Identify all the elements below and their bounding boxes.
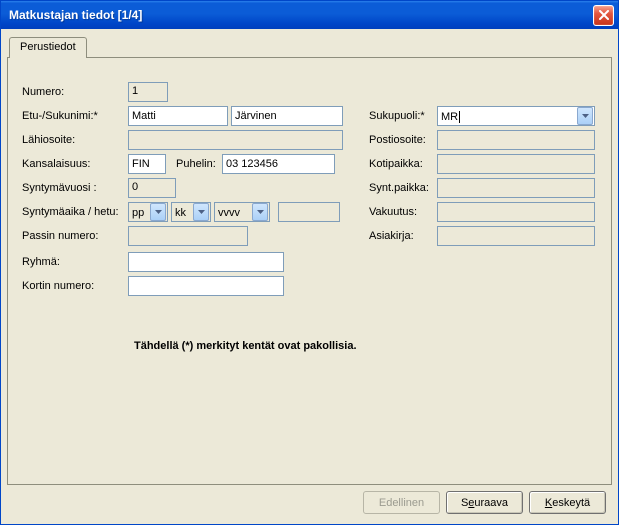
last-name-input[interactable] [231,106,343,126]
chevron-down-icon [193,203,209,221]
left-column: Numero: 1 Etu-/Sukunimi:* Lähiosoite: [22,80,343,298]
tab-basic[interactable]: Perustiedot [9,37,87,58]
tab-strip: Perustiedot [7,35,612,57]
client-area: Perustiedot Numero: 1 Etu-/Sukunimi:* [1,29,618,524]
label-homecity: Kotipaikka: [369,158,437,170]
passport-field [128,226,248,246]
required-note: Tähdellä (*) merkityt kentät ovat pakoll… [134,340,603,352]
postaddr-field [437,130,595,150]
label-birthplace: Synt.paikka: [369,182,437,194]
phone-input[interactable] [222,154,335,174]
insurance-field [437,202,595,222]
chevron-down-icon [150,203,166,221]
chevron-down-icon [577,107,593,125]
birthyear-field: 0 [128,178,176,198]
label-localaddr: Lähiosoite: [22,134,128,146]
label-nationality: Kansalaisuus: [22,158,128,170]
label-number: Numero: [22,86,128,98]
next-button[interactable]: Seuraava [446,491,523,514]
close-icon [599,10,609,20]
window-title: Matkustajan tiedot [1/4] [9,8,142,22]
dob-month-combo[interactable]: kk [171,202,211,222]
right-column: Sukupuoli:* MR Postiosoite: Kotipaikka: [369,80,595,298]
label-gender: Sukupuoli:* [369,110,437,122]
prev-button: Edellinen [363,491,440,514]
ssn-field [278,202,340,222]
form-area: Numero: 1 Etu-/Sukunimi:* Lähiosoite: [22,80,603,298]
label-dob-ssn: Syntymäaika / hetu: [22,206,128,218]
dialog-window: Matkustajan tiedot [1/4] Perustiedot Num… [0,0,619,525]
label-phone: Puhelin: [166,158,222,170]
close-button[interactable] [593,5,614,26]
number-field: 1 [128,82,168,102]
card-input[interactable] [128,276,284,296]
chevron-down-icon [252,203,268,221]
document-field [437,226,595,246]
birthplace-field [437,178,595,198]
text-caret [459,111,460,123]
label-document: Asiakirja: [369,230,437,242]
label-birthyear: Syntymävuosi : [22,182,128,194]
localaddr-field [128,130,343,150]
label-group: Ryhmä: [22,256,128,268]
label-name: Etu-/Sukunimi:* [22,110,128,122]
dob-day-combo[interactable]: pp [128,202,168,222]
dob-year-combo[interactable]: vvvv [214,202,270,222]
label-postaddr: Postiosoite: [369,134,437,146]
label-passport: Passin numero: [22,230,128,242]
label-insurance: Vakuutus: [369,206,437,218]
button-bar: Edellinen Seuraava Keskeytä [7,485,612,516]
gender-combo[interactable]: MR [437,106,595,126]
first-name-input[interactable] [128,106,228,126]
label-card: Kortin numero: [22,280,128,292]
homecity-field [437,154,595,174]
title-bar: Matkustajan tiedot [1/4] [1,1,618,29]
cancel-button[interactable]: Keskeytä [529,491,606,514]
nationality-input[interactable] [128,154,166,174]
tab-panel: Numero: 1 Etu-/Sukunimi:* Lähiosoite: [7,57,612,485]
group-input[interactable] [128,252,284,272]
tab-basic-label: Perustiedot [20,41,76,53]
